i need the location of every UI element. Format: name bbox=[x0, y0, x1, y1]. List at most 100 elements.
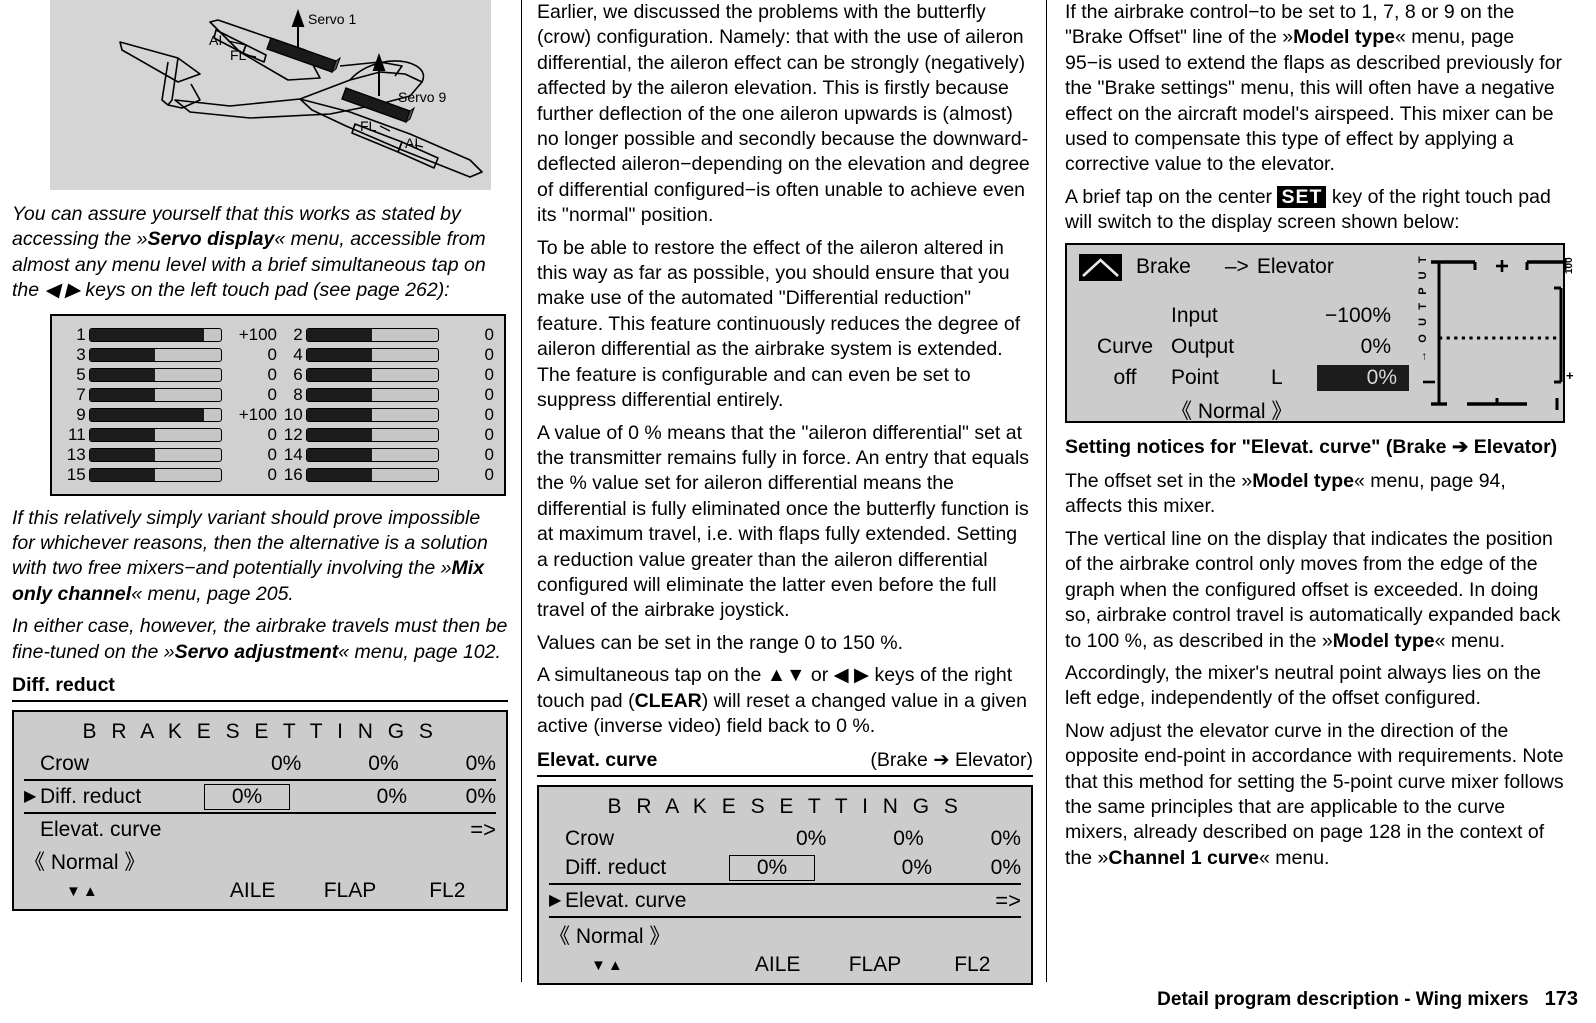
servo-number: 7 bbox=[76, 385, 86, 405]
lcd-row-elevat-curve[interactable]: ▶Elevat. curve => bbox=[24, 815, 496, 844]
servo-number: 6 bbox=[293, 365, 303, 385]
brake-elevator-curve-graph: → O U T P U T 100 + bbox=[1409, 253, 1577, 413]
lcd-flight-phase[interactable]: 《 Normal 》 bbox=[1079, 395, 1409, 425]
servo-cell: 20 bbox=[277, 326, 494, 343]
servo-bar bbox=[305, 447, 439, 462]
servo-value: 0 bbox=[484, 405, 494, 425]
mp5-part-a: A simultaneous tap on the bbox=[537, 664, 767, 687]
lcd-row-label: Diff. reduct bbox=[40, 784, 142, 808]
lcd-label-input: Input bbox=[1171, 304, 1218, 328]
servo-number: 11 bbox=[68, 425, 86, 445]
servo-row: 50 60 bbox=[60, 365, 494, 385]
lcd-row-label: Elevat. curve bbox=[565, 888, 687, 912]
left-paragraph-1: You can assure yourself that this works … bbox=[12, 202, 508, 304]
right-paragraph-3: The offset set in the »Model type« menu,… bbox=[1065, 469, 1565, 520]
left-right-arrow-keys-icon: ◀ ▶ bbox=[44, 279, 80, 302]
lcd-row-point[interactable]: off Point L 0% bbox=[1079, 363, 1409, 394]
lp1-part-d: keys on the left touch pad (see page 262… bbox=[79, 279, 450, 302]
graph-tick-100: 100 bbox=[1564, 257, 1575, 274]
figure-label-ai-bot: AI bbox=[405, 135, 418, 151]
servo-value: +100 bbox=[238, 405, 277, 425]
submenu-arrow-icon[interactable]: => bbox=[399, 817, 496, 843]
lcd-head-elevator: Elevator bbox=[1256, 255, 1334, 279]
lcd-row-output[interactable]: Curve Output 0% bbox=[1079, 332, 1409, 363]
servo-bar bbox=[88, 407, 222, 422]
servo-number: 5 bbox=[76, 365, 86, 385]
mid-paragraph-4: Values can be set in the range 0 to 150 … bbox=[537, 631, 904, 654]
servo-bar bbox=[88, 367, 222, 382]
servo-value: +100 bbox=[238, 325, 277, 345]
servo-bar bbox=[305, 387, 439, 402]
lcd-value-fl2[interactable]: 0% bbox=[399, 752, 496, 776]
lcd-flight-phase[interactable]: 《 Normal 》 bbox=[549, 920, 1021, 950]
lcd-row-crow[interactable]: ▶Crow 0% 0% 0% bbox=[24, 749, 496, 778]
submenu-arrow-icon[interactable]: => bbox=[924, 888, 1021, 914]
servo-number: 12 bbox=[283, 425, 303, 445]
lcd-row-input[interactable]: Input −100% bbox=[1079, 301, 1409, 332]
lp2-part-c: « menu, page 205. bbox=[131, 582, 294, 605]
lcd-value-aile[interactable]: 0% bbox=[204, 752, 301, 776]
servo-value: 0 bbox=[484, 365, 494, 385]
updown-arrows-icon[interactable]: ▼▲ bbox=[24, 883, 204, 900]
brake-settings-lcd-left: B R A K E S E T T I N G S ▶Crow 0% 0% 0%… bbox=[12, 710, 508, 912]
set-key-icon: SET bbox=[1277, 185, 1327, 208]
servo-value: 0 bbox=[267, 465, 277, 485]
lcd-row-diff-reduct[interactable]: ▶Diff. reduct 0% 0% 0% bbox=[24, 782, 496, 811]
lcd-value-fl2[interactable]: 0% bbox=[924, 827, 1021, 851]
servo-cell: 70 bbox=[60, 386, 277, 403]
servo-cell: 15 0 bbox=[60, 466, 277, 483]
lcd-value-point-selected[interactable]: 0% bbox=[1317, 365, 1409, 392]
lcd-divider bbox=[24, 812, 496, 815]
servo-bar bbox=[88, 427, 222, 442]
right-column: If the airbrake control−to be set to 1, … bbox=[1065, 0, 1575, 878]
rp1-part-c: « menu, page 95−is used to extend the fl… bbox=[1065, 26, 1563, 176]
lcd-value-flap[interactable]: 0% bbox=[843, 856, 932, 880]
lcd-row-diff-reduct[interactable]: ▶Diff. reduct 0% 0% 0% bbox=[549, 853, 1021, 882]
lcd-divider bbox=[549, 916, 1021, 919]
servo-bar bbox=[305, 347, 439, 362]
lcd-value-flap[interactable]: 0% bbox=[826, 827, 923, 851]
figure-label-servo9: Servo 9 bbox=[398, 89, 446, 105]
lcd-value-aile[interactable]: 0% bbox=[729, 827, 826, 851]
servo-value: 0 bbox=[484, 345, 494, 365]
lcd-row-elevat-curve[interactable]: ▶Elevat. curve => bbox=[549, 886, 1021, 915]
figure-label-ai-top: AI bbox=[209, 32, 222, 48]
lcd-value-aile-selected[interactable]: 0% bbox=[729, 854, 815, 881]
section-title: Diff. reduct bbox=[12, 674, 115, 697]
graph-axis-label-output: → O U T P U T bbox=[1417, 254, 1429, 362]
lcd-value-fl2[interactable]: 0% bbox=[407, 785, 496, 809]
lcd-row-label: Crow bbox=[40, 751, 90, 775]
lcd-value-flap[interactable]: 0% bbox=[301, 752, 398, 776]
graph-tick-plus: + bbox=[1566, 368, 1574, 383]
lp2-part-a: If this relatively simply variant should… bbox=[12, 506, 488, 580]
right-paragraph-6: Now adjust the elevator curve in the dir… bbox=[1065, 719, 1565, 871]
updown-arrows-icon[interactable]: ▼▲ bbox=[549, 957, 729, 974]
servo-cell: 16 0 bbox=[277, 466, 494, 483]
mid-paragraph-1: Earlier, we discussed the problems with … bbox=[537, 1, 1030, 227]
lcd-footer-row: ▼▲ AILE FLAP FL2 bbox=[24, 879, 496, 903]
lcd-value-aile-selected[interactable]: 0% bbox=[204, 783, 290, 810]
servo-number: 10 bbox=[283, 405, 303, 425]
lcd-label-curve: Curve bbox=[1096, 335, 1154, 359]
servo-number: 2 bbox=[293, 325, 303, 345]
servo-value: 0 bbox=[267, 445, 277, 465]
section-subtitle: (Brake ➔ Elevator) bbox=[870, 749, 1033, 772]
left-paragraph-2: If this relatively simply variant should… bbox=[12, 506, 508, 608]
servo-row: 30 40 bbox=[60, 345, 494, 365]
lcd-label-point: Point bbox=[1171, 366, 1219, 390]
servo-bar bbox=[88, 327, 222, 342]
section-heading-diff-reduct: Diff. reduct bbox=[12, 674, 508, 703]
servo-bar bbox=[88, 467, 222, 482]
lcd-value-flap[interactable]: 0% bbox=[318, 785, 407, 809]
brake-settings-lcd-mid: B R A K E S E T T I N G S ▶Crow 0% 0% 0%… bbox=[537, 785, 1033, 986]
right-paragraph-1: If the airbrake control−to be set to 1, … bbox=[1065, 0, 1565, 178]
lcd-value-fl2[interactable]: 0% bbox=[932, 856, 1021, 880]
lcd-row-crow[interactable]: ▶Crow 0% 0% 0% bbox=[549, 824, 1021, 853]
up-down-arrow-keys-icon: ▲▼ bbox=[766, 664, 806, 687]
mid-paragraph-5: A simultaneous tap on the ▲▼ or ◀ ▶ keys… bbox=[537, 663, 1033, 739]
lcd-flight-phase[interactable]: 《 Normal 》 bbox=[24, 846, 496, 876]
middle-column: Earlier, we discussed the problems with … bbox=[537, 0, 1033, 991]
rp3-part-a: The offset set in the » bbox=[1065, 470, 1253, 493]
figure-label-fl-top: FL bbox=[230, 47, 247, 63]
servo-display-panel: 1 +100 20 30 40 50 60 70 80 9 +100 10 0 11 0… bbox=[50, 313, 506, 496]
